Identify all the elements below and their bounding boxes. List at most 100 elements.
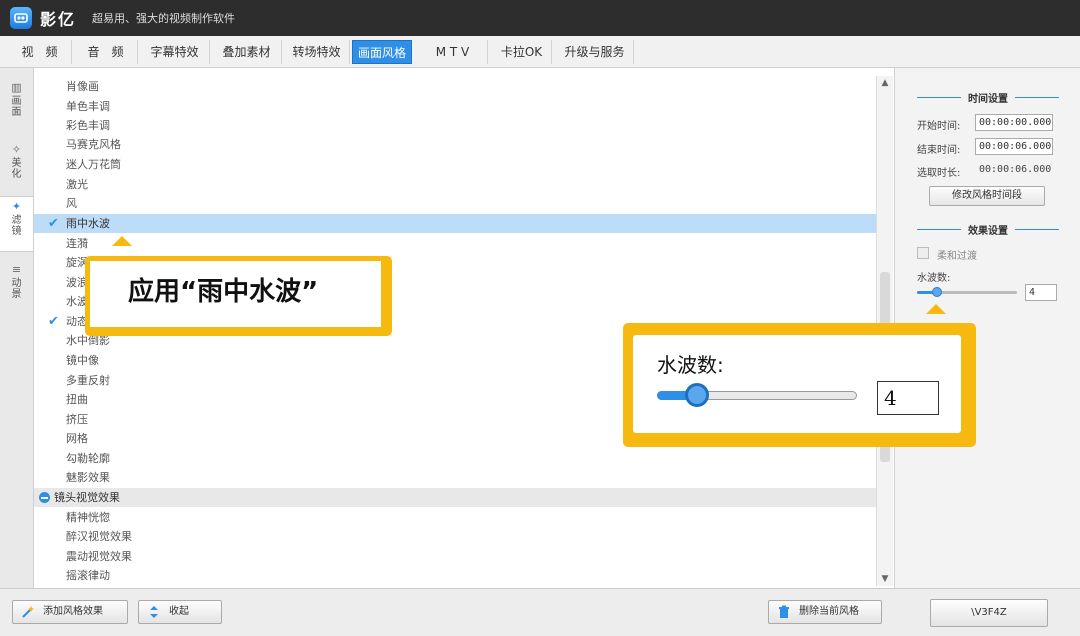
collapse-button[interactable]: 收起 bbox=[138, 600, 222, 624]
left-vertical-nav: ▥ 画面 ✧ 美化 ✦ 滤镜 ≡ 动景 bbox=[0, 68, 34, 588]
nav-item-motion[interactable]: ≡ 动景 bbox=[0, 260, 33, 310]
list-item[interactable]: 单色丰调 bbox=[34, 97, 876, 116]
nav-item-beautify[interactable]: ✧ 美化 bbox=[0, 140, 33, 190]
apply-effect-callout: 应用“雨中水波” bbox=[85, 256, 392, 336]
ripple-zoom-callout: 水波数: 4 bbox=[623, 323, 976, 447]
list-group-label: 镜头视觉效果 bbox=[54, 491, 120, 504]
collapse-minus-icon[interactable] bbox=[39, 492, 50, 503]
list-item-label: 肖像画 bbox=[66, 80, 99, 93]
list-item[interactable]: 迷人万花筒 bbox=[34, 155, 876, 174]
list-item-label: 勾勒轮廓 bbox=[66, 452, 110, 465]
time-section-title: 时间设置 bbox=[895, 90, 1080, 105]
nav-item-label: 画面 bbox=[11, 96, 22, 118]
tab-subtitle-effects[interactable]: 字幕特效 bbox=[140, 40, 210, 64]
list-item-label: 单色丰调 bbox=[66, 100, 110, 113]
tab-mtv[interactable]: M T V bbox=[418, 40, 488, 64]
layers-icon: ≡ bbox=[11, 263, 22, 276]
nav-item-filter[interactable]: ✦ 滤镜 bbox=[0, 196, 33, 252]
list-item[interactable]: 摇滚律动 bbox=[34, 566, 876, 585]
app-slogan: 超易用、强大的视频制作软件 bbox=[92, 12, 236, 25]
start-time-label: 开始时间: bbox=[917, 121, 961, 132]
list-item-label: 迷人万花筒 bbox=[66, 158, 121, 171]
list-item[interactable]: 激光 bbox=[34, 175, 876, 194]
list-item-label: 挤压 bbox=[66, 413, 88, 426]
nav-item-label: 美化 bbox=[11, 158, 22, 180]
list-item[interactable]: 勾勒轮廓 bbox=[34, 449, 876, 468]
effect-section-title: 效果设置 bbox=[895, 222, 1080, 237]
list-item-label: 摇滚律动 bbox=[66, 569, 110, 582]
tab-picture-style[interactable]: 画面风格 bbox=[352, 40, 412, 64]
list-item-label: 镜中像 bbox=[66, 354, 99, 367]
delete-current-style-button[interactable]: 删除当前风格 bbox=[768, 600, 882, 624]
ripple-zoom-slider-knob bbox=[685, 383, 709, 407]
list-item-label: 精神恍惚 bbox=[66, 511, 110, 524]
scroll-up-icon[interactable]: ▲ bbox=[877, 76, 893, 90]
add-style-effect-button[interactable]: 添加风格效果 bbox=[12, 600, 128, 624]
modify-style-time-button[interactable]: 修改风格时间段 bbox=[929, 186, 1045, 206]
add-effect-icon bbox=[22, 606, 34, 618]
ripple-zoom-label: 水波数: bbox=[657, 353, 724, 377]
callout-pointer bbox=[926, 304, 946, 314]
list-item-label: 风 bbox=[66, 197, 77, 210]
film-icon: ▥ bbox=[11, 81, 22, 94]
list-item[interactable]: 魅影效果 bbox=[34, 468, 876, 487]
list-item-label: 醉汉视觉效果 bbox=[66, 530, 132, 543]
app-name: 影亿 bbox=[40, 10, 77, 29]
title-bar: 影亿 超易用、强大的视频制作软件 bbox=[0, 0, 1080, 36]
tab-audio[interactable]: 音 频 bbox=[74, 40, 138, 64]
list-item-label: 震动视觉效果 bbox=[66, 550, 132, 563]
list-item-label: 马赛克风格 bbox=[66, 138, 121, 151]
tab-karaoke[interactable]: 卡拉OK bbox=[492, 40, 552, 64]
list-item-label: 连漪 bbox=[66, 237, 88, 250]
list-item-selected[interactable]: ✔ 雨中水波 bbox=[34, 214, 876, 233]
check-icon: ✔ bbox=[48, 216, 59, 231]
bottom-toolbar: 添加风格效果 收起 删除当前风格 \V3F4Z bbox=[0, 588, 1080, 636]
nav-item-picture[interactable]: ▥ 画面 bbox=[0, 78, 33, 128]
list-item[interactable]: 精神恍惚 bbox=[34, 508, 876, 527]
ripple-count-field[interactable]: 4 bbox=[1025, 284, 1057, 301]
export-button[interactable]: \V3F4Z bbox=[930, 599, 1048, 627]
callout-pointer bbox=[112, 236, 132, 246]
list-item-label: 激光 bbox=[66, 178, 88, 191]
duration-label: 选取时长: bbox=[917, 168, 961, 179]
nav-item-label: 滤镜 bbox=[11, 215, 22, 237]
list-item[interactable]: 风 bbox=[34, 194, 876, 213]
scroll-down-icon[interactable]: ▼ bbox=[877, 572, 893, 586]
main-menu-bar: 视 频 音 频 字幕特效 叠加素材 转场特效 画面风格 M T V 卡拉OK 升… bbox=[0, 36, 1080, 68]
wand-icon: ✧ bbox=[11, 143, 22, 156]
list-group-header[interactable]: 镜头视觉效果 bbox=[34, 488, 876, 507]
list-item-label: 网格 bbox=[66, 432, 88, 445]
export-button-label: \V3F4Z bbox=[971, 607, 1007, 618]
duration-value: 00:00:06.000 bbox=[979, 164, 1052, 175]
end-time-label: 结束时间: bbox=[917, 145, 961, 156]
list-item[interactable]: 肖像画 bbox=[34, 77, 876, 96]
collapse-arrows-icon bbox=[150, 606, 158, 618]
list-item-label: 扭曲 bbox=[66, 393, 88, 406]
list-item[interactable]: 彩色丰调 bbox=[34, 116, 876, 135]
list-item[interactable]: 震动视觉效果 bbox=[34, 547, 876, 566]
ripple-count-slider-knob[interactable] bbox=[932, 287, 942, 297]
trash-icon bbox=[779, 605, 789, 618]
apply-effect-callout-text: 应用“雨中水波” bbox=[128, 277, 319, 307]
add-style-effect-label: 添加风格效果 bbox=[43, 606, 103, 617]
list-item-label: 多重反射 bbox=[66, 374, 110, 387]
ripple-zoom-value-field: 4 bbox=[877, 381, 939, 415]
list-item-label: 雨中水波 bbox=[66, 217, 110, 230]
tab-overlay-material[interactable]: 叠加素材 bbox=[212, 40, 282, 64]
end-time-field[interactable]: 00:00:06.000 bbox=[975, 138, 1053, 155]
list-item[interactable]: 醉汉视觉效果 bbox=[34, 527, 876, 546]
check-icon: ✔ bbox=[48, 314, 59, 329]
tab-video[interactable]: 视 频 bbox=[8, 40, 72, 64]
list-item-label: 彩色丰调 bbox=[66, 119, 110, 132]
list-item[interactable]: 连漪 bbox=[34, 234, 876, 253]
magic-wand-icon: ✦ bbox=[11, 200, 22, 213]
soft-transition-checkbox[interactable] bbox=[917, 247, 929, 259]
soft-transition-label: 柔和过渡 bbox=[937, 251, 977, 262]
start-time-field[interactable]: 00:00:00.000 bbox=[975, 114, 1053, 131]
app-logo-icon bbox=[10, 7, 32, 29]
ripple-count-label: 水波数: bbox=[917, 273, 951, 284]
list-item-label: 魅影效果 bbox=[66, 471, 110, 484]
list-item[interactable]: 马赛克风格 bbox=[34, 135, 876, 154]
tab-transition-effects[interactable]: 转场特效 bbox=[284, 40, 350, 64]
tab-upgrade-services[interactable]: 升级与服务 bbox=[556, 40, 634, 64]
